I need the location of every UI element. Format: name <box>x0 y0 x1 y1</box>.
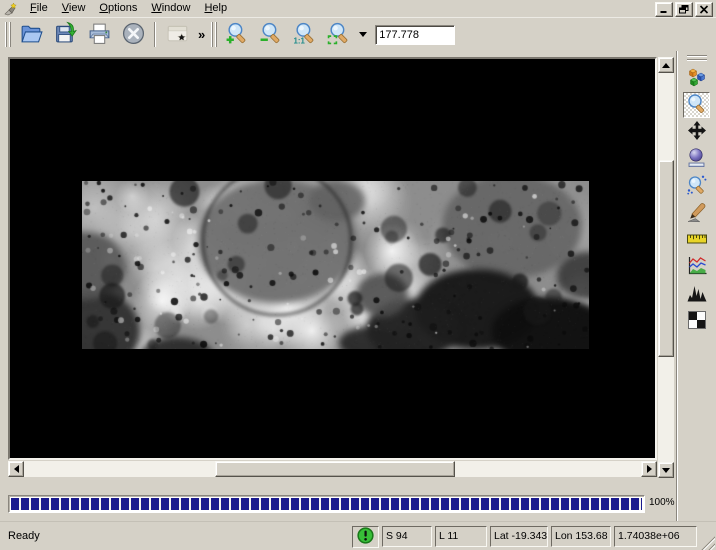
status-message: Ready <box>8 530 40 542</box>
status-pixel-value: 1.74038e+06 <box>614 526 697 547</box>
menu-view[interactable]: View <box>55 1 93 16</box>
arrow-left-icon <box>14 465 19 473</box>
print-button[interactable] <box>83 19 115 51</box>
zoom-actual-size-icon: 1:1 <box>293 21 318 49</box>
restore-button[interactable] <box>675 2 693 17</box>
band-selection-tool-button[interactable] <box>683 65 710 91</box>
pan-arrows-icon <box>686 120 708 145</box>
resize-grip[interactable] <box>699 534 715 550</box>
horizontal-scrollbar-thumb[interactable] <box>215 461 455 477</box>
cube-viewport[interactable] <box>8 57 657 460</box>
warning-icon <box>356 526 375 548</box>
stretch-icon <box>686 147 708 172</box>
horizontal-scrollbar <box>8 461 657 477</box>
tool-sidebar <box>676 51 716 521</box>
progress-bar <box>8 495 645 513</box>
edit-tool-button[interactable] <box>683 200 710 226</box>
arrow-down-icon <box>662 468 670 473</box>
zoom-tool-button[interactable] <box>683 92 710 118</box>
progress-row: 100% <box>0 488 676 521</box>
status-longitude: Lon 153.68 <box>551 526 611 547</box>
toolbar-separator <box>154 22 156 47</box>
menu-window[interactable]: Window <box>144 1 197 16</box>
stop-circle-icon <box>121 21 146 49</box>
close-button[interactable] <box>695 2 713 17</box>
menu-file[interactable]: File <box>23 1 55 16</box>
main-toolbar: » <box>0 17 716 51</box>
svg-text:1:1: 1:1 <box>293 36 305 45</box>
zoom-out-button[interactable] <box>255 19 287 51</box>
scroll-down-button[interactable] <box>658 462 674 478</box>
status-sample: S 94 <box>382 526 432 547</box>
plot-icon <box>686 255 708 280</box>
menu-help[interactable]: Help <box>197 1 234 16</box>
warning-button[interactable] <box>352 526 379 548</box>
close-cube-button[interactable] <box>117 19 149 51</box>
statusbar: Ready S 94 L 11 Lat -19.3437 Lon 153.68 … <box>0 521 716 550</box>
arrow-up-icon <box>662 63 670 68</box>
zoom-toolbar-grip[interactable] <box>211 22 218 47</box>
vertical-scrollbar-thumb[interactable] <box>658 160 674 357</box>
progress-fill <box>11 498 642 510</box>
zoom-tool-icon <box>686 93 708 118</box>
chevron-down-icon <box>359 32 367 37</box>
window-controls <box>655 2 713 17</box>
minimize-button[interactable] <box>655 2 673 17</box>
find-tool-button[interactable] <box>683 173 710 199</box>
histogram-tool-button[interactable] <box>683 281 710 307</box>
find-icon <box>686 174 708 199</box>
zoom-fit-icon <box>327 21 352 49</box>
qview-window: File View Options Window Help <box>0 0 716 550</box>
vertical-scrollbar <box>658 57 674 478</box>
toolbar-overflow-button[interactable]: » <box>194 27 209 42</box>
open-folder-icon <box>19 21 44 49</box>
zoom-actual-size-button[interactable]: 1:1 <box>289 19 321 51</box>
status-line: L 11 <box>435 526 487 547</box>
band-selection-icon <box>686 66 708 91</box>
zoom-fit-button[interactable] <box>323 19 355 51</box>
cube-image[interactable] <box>82 181 589 349</box>
open-button[interactable] <box>15 19 47 51</box>
work-area: 100% <box>0 51 716 521</box>
save-button[interactable] <box>49 19 81 51</box>
zoom-dropdown-button[interactable] <box>356 24 370 46</box>
scroll-left-button[interactable] <box>8 461 24 477</box>
track-tool-button[interactable] <box>683 308 710 334</box>
measure-tool-button[interactable] <box>683 227 710 253</box>
printer-icon <box>87 21 112 49</box>
arrow-right-icon <box>647 465 652 473</box>
status-latitude: Lat -19.3437 <box>490 526 548 547</box>
pan-tool-button[interactable] <box>683 119 710 145</box>
stretch-tool-button[interactable] <box>683 146 710 172</box>
menu-options[interactable]: Options <box>92 1 144 16</box>
tool-sidebar-grip[interactable] <box>687 55 707 61</box>
scroll-up-button[interactable] <box>658 57 674 73</box>
zoom-in-button[interactable] <box>221 19 253 51</box>
checker-icon <box>686 309 708 334</box>
new-window-icon <box>165 21 190 49</box>
zoom-in-icon <box>225 21 250 49</box>
toolbar-grip[interactable] <box>5 22 12 47</box>
zoom-scale-input[interactable] <box>375 25 455 45</box>
progress-percent-label: 100% <box>649 497 675 508</box>
zoom-out-icon <box>259 21 284 49</box>
plot-tool-button[interactable] <box>683 254 710 280</box>
save-floppy-icon <box>53 21 78 49</box>
pencil-icon <box>686 201 708 226</box>
new-window-button-disabled[interactable] <box>161 19 193 51</box>
scroll-right-button[interactable] <box>641 461 657 477</box>
ruler-icon <box>686 228 708 253</box>
menubar: File View Options Window Help <box>0 0 716 17</box>
app-icon[interactable] <box>3 2 17 16</box>
histogram-icon <box>686 282 708 307</box>
